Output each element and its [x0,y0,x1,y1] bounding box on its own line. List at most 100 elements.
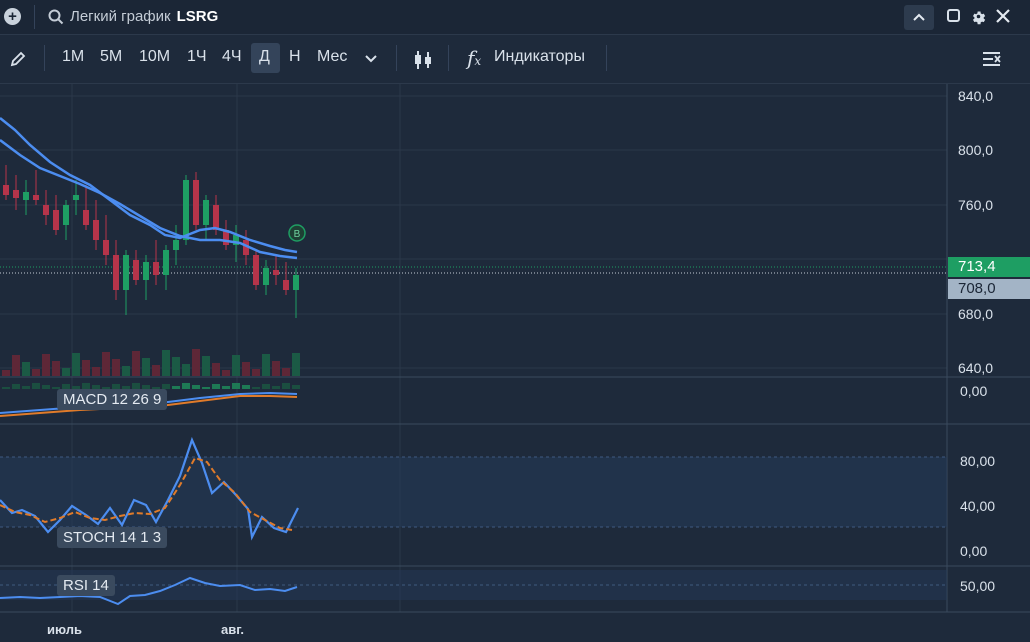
volume-bar [112,359,120,376]
time-label: авг. [221,622,244,637]
volume-bar [32,369,40,376]
price-tick: 680,0 [958,306,994,322]
candle-body [183,180,189,240]
macd-histogram-bar [22,386,30,389]
volume-bar [82,360,90,376]
candle-body [23,192,29,200]
volume-bar [102,352,110,376]
volume-bar [232,355,240,376]
volume-bar [222,370,230,376]
collapse-button[interactable] [904,5,934,30]
volume-bar [192,349,200,376]
volume-bar [22,362,30,376]
candle-body [93,220,99,240]
macd-histogram-bar [12,384,20,389]
volume-bar [252,369,260,376]
price-tick: 640,0 [958,360,994,376]
candle-body [273,270,279,275]
timeframe-month[interactable]: Мес [317,48,347,66]
volume-bar [152,365,160,376]
macd-histogram-bar [2,387,10,389]
candle-body [73,195,79,200]
volume-bar [272,361,280,376]
timeframe-5m[interactable]: 5М [100,48,122,66]
macd-histogram-bar [172,386,180,389]
candle-body [83,210,89,225]
candle-body [253,255,259,285]
macd-histogram-bar [192,385,200,389]
chart-toolbar: 1М 5М 10М 1Ч 4Ч Д Н Мес fx Индикаторы [0,35,1030,84]
macd-histogram-bar [282,383,290,389]
volume-bar [62,368,70,376]
divider [448,45,449,71]
cursor-price-tag: 708,0 [948,279,1030,299]
volume-bar [172,357,180,376]
volume-bar [92,367,100,376]
macd-histogram-bar [222,386,230,389]
rsi-label[interactable]: RSI 14 [57,575,115,596]
price-chart[interactable]: B [0,84,1030,642]
candle-body [213,205,219,230]
timeframe-10m[interactable]: 10М [139,48,170,66]
timeframe-day[interactable]: Д [259,48,270,66]
stoch-tick: 40,00 [960,498,996,514]
candle-body [63,205,69,225]
volume-bar [242,362,250,376]
volume-bar [132,351,140,376]
add-chart-button[interactable]: + [4,8,21,25]
candle-body [103,240,109,255]
rsi-tick: 50,00 [960,578,996,594]
macd-histogram-bar [262,384,270,389]
gear-icon[interactable] [970,8,987,25]
last-price-tag: 713,4 [948,257,1030,277]
pencil-icon[interactable] [9,50,27,68]
candle-body [133,260,139,280]
candle-body [43,205,49,215]
macd-histogram-bar [212,384,220,389]
timeframe-1h[interactable]: 1Ч [187,48,207,66]
macd-histogram-bar [232,383,240,389]
close-icon[interactable] [995,8,1011,24]
ma-fast-line [0,117,298,254]
macd-histogram-bar [182,383,190,389]
volume-bar [2,370,10,376]
candle-body [293,275,299,290]
candle-body [153,262,159,275]
macd-histogram-bar [242,385,250,389]
chevron-down-icon[interactable] [364,54,378,64]
macd-label[interactable]: MACD 12 26 9 [57,389,168,410]
volume-bar [122,366,130,376]
volume-bar [162,350,170,376]
price-tick: 800,0 [958,142,994,158]
stoch-tick: 80,00 [960,453,996,469]
volume-bar [282,368,290,376]
price-tick: 840,0 [958,88,994,104]
candle-body [193,180,199,225]
volume-bar [292,353,300,376]
timeframe-week[interactable]: Н [289,48,301,66]
macd-histogram-bar [42,385,50,389]
macd-tick: 0,00 [960,383,988,399]
indicators-label: Индикаторы [494,48,585,65]
candle-body [113,255,119,290]
time-label: июль [47,622,83,637]
indicators-button[interactable]: fx Индикаторы [467,45,607,73]
square-icon[interactable] [946,8,962,24]
chart-title[interactable]: Легкий график LSRG [70,8,218,25]
candles-icon[interactable] [412,49,434,71]
search-icon[interactable] [48,9,64,25]
timeframe-4h[interactable]: 4Ч [222,48,242,66]
candle-body [123,255,129,290]
title-bar: + Легкий график LSRG [0,0,1030,35]
volume-bar [142,358,150,376]
volume-bar [262,354,270,376]
candle-body [203,200,209,225]
volume-bar [202,356,210,376]
collapse-lines-icon[interactable] [982,51,1002,67]
price-tick: 760,0 [958,197,994,213]
macd-histogram-bar [272,386,280,389]
chevron-up-icon [913,13,925,21]
divider [606,45,607,71]
timeframe-1m[interactable]: 1М [62,48,84,66]
stoch-label[interactable]: STOCH 14 1 3 [57,527,168,548]
